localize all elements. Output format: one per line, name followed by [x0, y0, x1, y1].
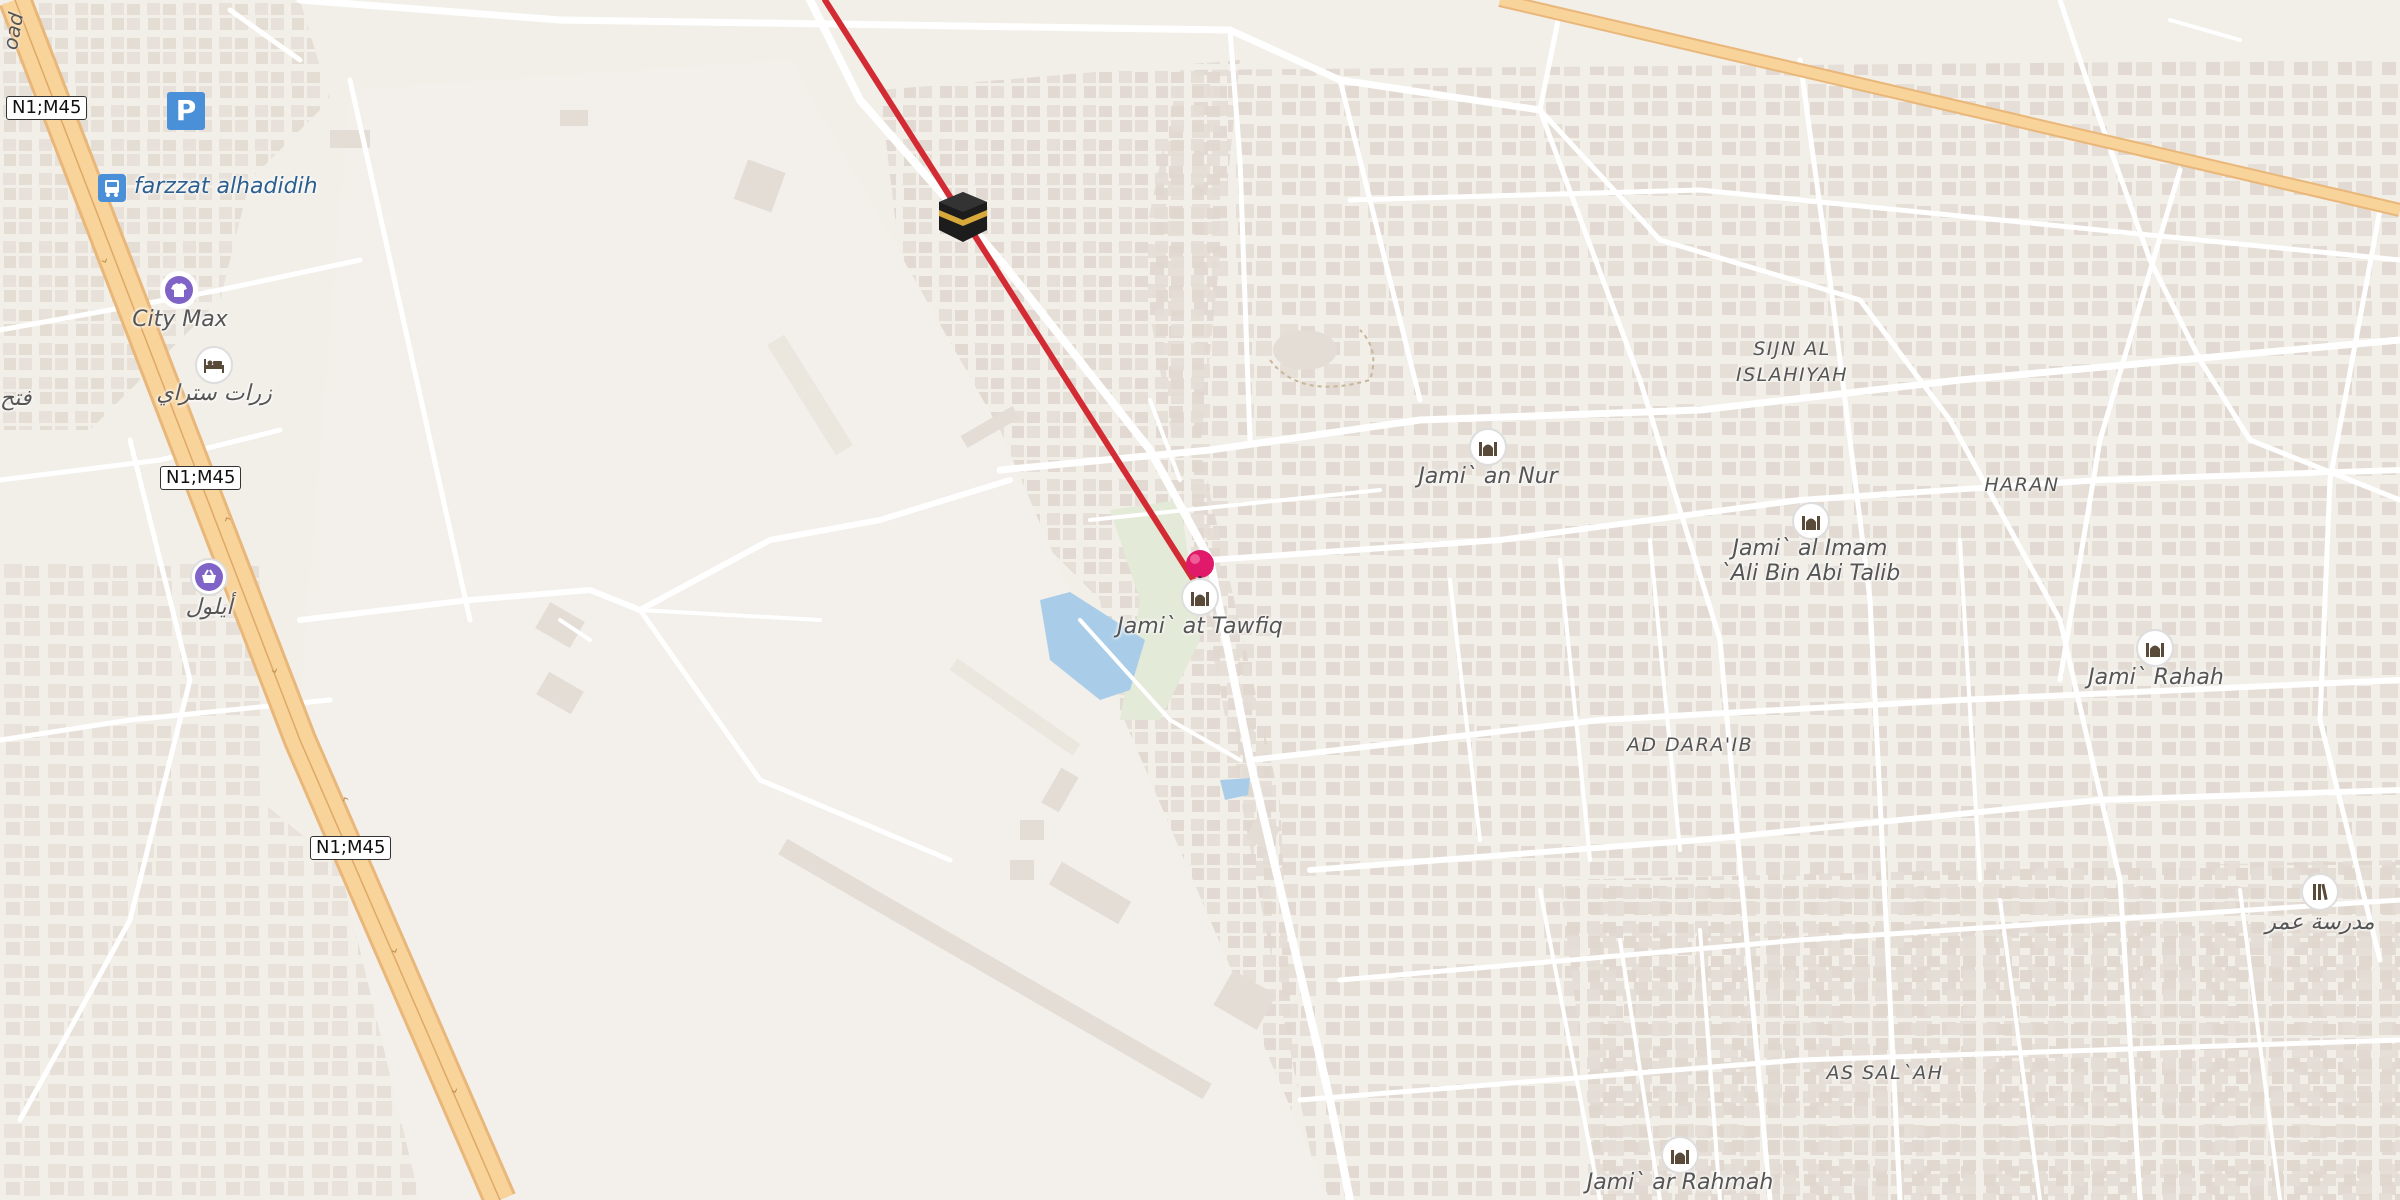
poi-label-jami-tawfiq[interactable]: Jami` at Tawfiq — [1117, 614, 1282, 639]
area-label-as-salah: AS SAL`AH — [1826, 1062, 1944, 1084]
mosque-icon[interactable] — [1661, 1136, 1699, 1174]
poi-label-jami-rahmah[interactable]: Jami` ar Rahmah — [1587, 1170, 1774, 1195]
mosque-icon[interactable] — [1469, 428, 1507, 466]
map-canvas[interactable]: › › › › › › oad N1;M45 N1;M45 N1;M45 P f… — [0, 0, 2400, 1200]
poi-label-jami-rahah[interactable]: Jami` Rahah — [2088, 665, 2224, 690]
poi-label-jami-nur[interactable]: Jami` an Nur — [1418, 464, 1557, 489]
mosque-icon[interactable] — [1181, 578, 1219, 616]
clothes-shop-icon[interactable] — [160, 271, 198, 309]
road-shield-n1-m45: N1;M45 — [6, 96, 88, 120]
hotel-icon[interactable] — [195, 346, 233, 384]
area-label-sijn-line2: ISLAHIYAH — [1735, 364, 1849, 386]
area-label-haran: HARAN — [1984, 474, 2060, 496]
poi-label-jami-imam-line2: `Ali Bin Abi Talib — [1719, 561, 1901, 586]
kaaba-icon[interactable] — [935, 188, 991, 244]
road-shield-n1-m45: N1;M45 — [160, 466, 242, 490]
poi-label-jami-imam-line1: Jami` al Imam — [1732, 536, 1888, 561]
poi-label-aylool[interactable]: أيلول — [186, 595, 233, 620]
poi-label-jami-imam[interactable]: Jami` al Imam `Ali Bin Abi Talib — [1720, 536, 1900, 586]
shopping-basket-icon[interactable] — [190, 558, 228, 596]
mosque-icon[interactable] — [2136, 629, 2174, 667]
poi-label-city-max[interactable]: City Max — [132, 307, 228, 332]
poi-label-fath[interactable]: فتح — [0, 386, 31, 411]
poi-label-hotel[interactable]: زرات ستراي — [156, 381, 272, 406]
area-label-sijn-line1: SIJN AL — [1753, 338, 1831, 360]
parking-icon[interactable]: P — [167, 92, 205, 130]
bus-stop-icon[interactable] — [98, 174, 126, 202]
area-label-sijn-al-islahiyah: SIJN AL ISLAHIYAH — [1736, 336, 1848, 388]
road-shield-n1-m45: N1;M45 — [310, 836, 392, 860]
area-label-ad-daraib: AD DARA'IB — [1626, 734, 1754, 756]
mosque-icon[interactable] — [1792, 502, 1830, 540]
poi-label-school[interactable]: مدرسة عمر — [2265, 910, 2374, 935]
school-icon[interactable] — [2301, 873, 2339, 911]
poi-label-farzzat[interactable]: farzzat alhadidih — [134, 174, 318, 199]
